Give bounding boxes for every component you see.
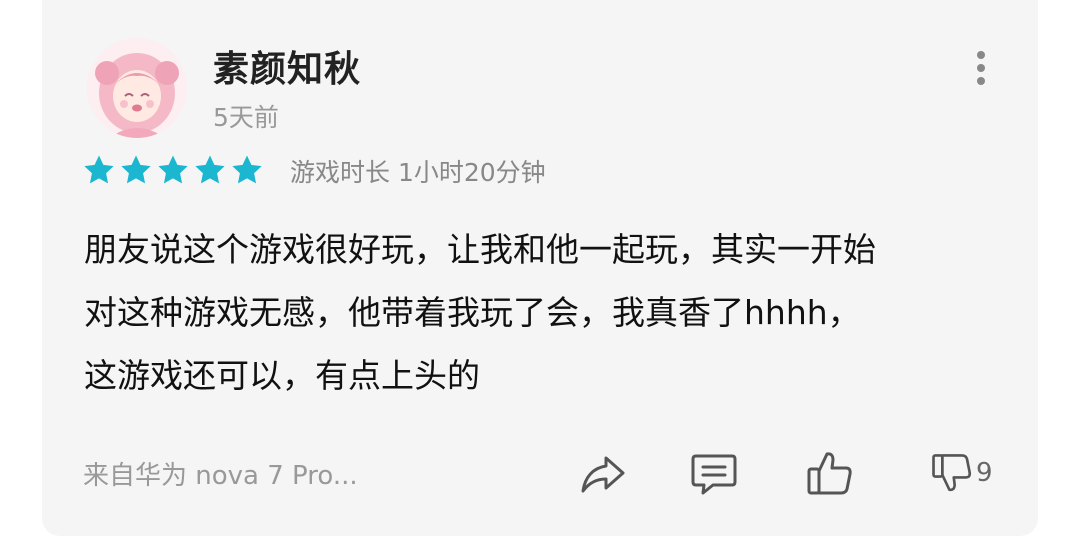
username[interactable]: 素颜知秋 (213, 40, 361, 92)
star-icon (232, 155, 262, 184)
dislike-button[interactable]: 9 (930, 448, 993, 498)
review-content: 朋友说这个游戏很好玩，让我和他一起玩，其实一开始 对这种游戏无感，他带着我玩了会… (84, 218, 1014, 407)
review-text-line: 对这种游戏无感，他带着我玩了会，我真香了hhhh， (84, 293, 861, 332)
playtime-label: 游戏时长 1小时20分钟 (290, 158, 546, 187)
share-arrow-icon (581, 456, 625, 493)
thumbs-down-icon (932, 454, 972, 492)
user-avatar[interactable] (87, 38, 187, 138)
share-button[interactable] (578, 448, 628, 498)
thumbs-up-icon (807, 452, 852, 495)
vertical-ellipsis-icon (977, 51, 985, 85)
star-icon (158, 155, 188, 184)
star-icon (121, 155, 151, 184)
star-icon (84, 155, 114, 184)
star-icon (195, 155, 225, 184)
dislike-count: 9 (976, 458, 993, 488)
anime-girl-avatar-icon (87, 38, 187, 138)
comment-button[interactable] (689, 448, 739, 498)
star-rating (82, 150, 267, 190)
like-button[interactable] (805, 448, 855, 498)
device-label: 来自华为 nova 7 Pro... (83, 461, 358, 491)
comment-bubble-icon (691, 454, 737, 495)
post-time: 5天前 (213, 103, 279, 132)
review-text-line: 这游戏还可以，有点上头的 (84, 356, 480, 395)
review-text-line: 朋友说这个游戏很好玩，让我和他一起玩，其实一开始 (84, 230, 876, 269)
more-options-button[interactable] (966, 48, 996, 88)
